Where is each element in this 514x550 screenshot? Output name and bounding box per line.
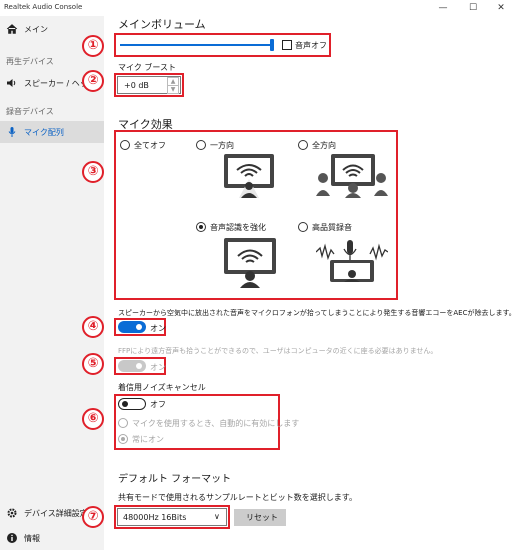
info-icon <box>7 533 17 543</box>
home-icon <box>6 24 18 34</box>
speech-recognition-illustration-icon <box>224 238 276 288</box>
toggle-knob <box>122 400 128 407</box>
gear-icon <box>7 508 17 518</box>
noise-toggle[interactable] <box>118 398 146 410</box>
effect-label-directional: 一方向 <box>210 141 234 150</box>
sidebar-item-label: メイン <box>24 25 48 34</box>
aec-description: スピーカーから空気中に放出された音声をマイクロフォンが拾ってしまうことにより発生… <box>118 309 514 317</box>
noise-toggle-label: オフ <box>150 400 166 409</box>
format-title: デフォルト フォーマット <box>118 474 232 485</box>
radio-noise-always[interactable] <box>118 434 128 444</box>
volume-slider[interactable] <box>120 44 272 46</box>
microphone-icon <box>8 127 16 137</box>
minimize-button[interactable]: — <box>432 1 454 15</box>
sidebar-item-label: 情報 <box>24 534 40 543</box>
annotation-1: ① <box>82 35 104 57</box>
annotation-7: ⑦ <box>82 506 104 528</box>
close-button[interactable]: ✕ <box>490 1 512 15</box>
format-value: 48000Hz 16Bits <box>123 513 187 522</box>
ffp-toggle-label: オン <box>150 363 166 372</box>
speaker-icon <box>7 79 16 87</box>
maximize-button[interactable]: ☐ <box>462 1 484 15</box>
radio-effect-speech[interactable] <box>196 222 206 232</box>
ffp-description: FFPにより遠方音声も拾うことができるので、ユーザはコンピュータの近くに座る必要… <box>118 347 438 355</box>
format-description: 共有モードで使用されるサンプルレートとビット数を選択します。 <box>118 493 357 502</box>
directional-illustration-icon <box>224 154 274 198</box>
sidebar-item-label: マイク配列 <box>24 128 64 137</box>
toggle-knob <box>136 324 142 330</box>
volume-slider-thumb[interactable] <box>270 39 274 51</box>
radio-noise-auto[interactable] <box>118 418 128 428</box>
volume-title: メインボリューム <box>118 18 206 31</box>
radio-effect-omni[interactable] <box>298 140 308 150</box>
noise-option-auto: マイクを使用するとき、自動的に有効にします <box>132 419 300 428</box>
effect-label-off: 全てオフ <box>134 141 166 150</box>
format-select[interactable]: 48000Hz 16Bits ∨ <box>117 508 227 526</box>
hq-recording-illustration-icon <box>316 240 388 282</box>
radio-effect-off[interactable] <box>120 140 130 150</box>
noise-option-always: 常にオン <box>132 435 164 444</box>
omnidirectional-illustration-icon <box>316 154 388 198</box>
boost-label: マイク ブースト <box>118 63 176 72</box>
boost-value: +0 dB <box>124 81 149 90</box>
reset-button[interactable]: リセット <box>234 509 286 526</box>
sidebar-item-info[interactable]: 情報 <box>0 529 104 549</box>
annotation-4: ④ <box>82 316 104 338</box>
section-playback: 再生デバイス <box>6 57 54 66</box>
annotation-6: ⑥ <box>82 408 104 430</box>
effect-label-speech: 音声認識を強化 <box>210 223 266 232</box>
sidebar-item-mic[interactable]: マイク配列 <box>0 121 104 143</box>
annotation-2: ② <box>82 70 104 92</box>
mute-checkbox[interactable] <box>282 40 292 50</box>
ffp-toggle[interactable] <box>118 360 146 372</box>
noise-title: 着信用ノイズキャンセル <box>118 383 206 392</box>
effect-label-omni: 全方向 <box>312 141 336 150</box>
annotation-3: ③ <box>82 161 104 183</box>
window-title: Realtek Audio Console <box>4 3 83 11</box>
aec-toggle-label: オン <box>150 324 166 333</box>
volume-slider-fill <box>120 44 272 46</box>
radio-effect-directional[interactable] <box>196 140 206 150</box>
mute-label: 音声オフ <box>295 41 327 50</box>
boost-spinbox[interactable]: +0 dB ▲ ▼ <box>117 76 181 94</box>
aec-toggle[interactable] <box>118 321 146 333</box>
spin-down-button[interactable]: ▼ <box>167 85 179 94</box>
chevron-down-icon: ∨ <box>214 512 220 521</box>
annotation-5: ⑤ <box>82 353 104 375</box>
title-bar: Realtek Audio Console — ☐ ✕ <box>0 0 514 16</box>
radio-effect-hq[interactable] <box>298 222 308 232</box>
section-recording: 録音デバイス <box>6 107 54 116</box>
toggle-knob <box>136 363 142 369</box>
sidebar: メイン 再生デバイス スピーカー / ヘッドフォン 録音デバイス マイク配列 デ… <box>0 16 104 550</box>
reset-button-label: リセット <box>246 513 278 522</box>
effect-label-hq: 高品質録音 <box>312 223 352 232</box>
